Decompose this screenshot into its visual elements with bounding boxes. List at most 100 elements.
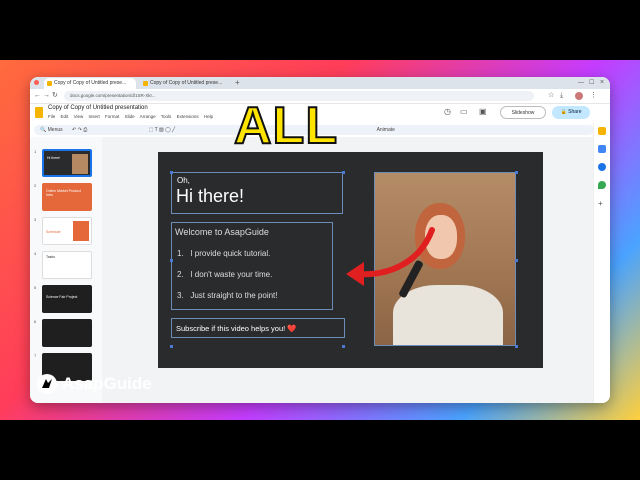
thumb-shape [73, 221, 89, 241]
contacts-icon[interactable] [598, 163, 606, 171]
selection-handle[interactable] [170, 345, 173, 348]
slide-filmstrip: 1 Hi there! 2 Online Market Product Intr… [30, 137, 102, 403]
image-tool-icon[interactable]: ▨ [159, 127, 164, 133]
shape-tool-icon[interactable]: ◯ [165, 127, 171, 133]
watermark-logo: AsapGuide [36, 373, 162, 395]
add-ons-icon[interactable]: + [598, 199, 603, 208]
welcome-text: Welcome to AsapGuide [175, 227, 269, 237]
menu-format[interactable]: Format [105, 114, 119, 119]
menu-tools[interactable]: Tools [161, 114, 172, 119]
menu-extensions[interactable]: Extensions [177, 114, 199, 119]
menu-file[interactable]: File [48, 114, 55, 119]
share-label: Share [568, 109, 582, 115]
browser-tab[interactable]: Copy of Copy of Untitled prese... [140, 78, 232, 89]
download-icon[interactable]: ⤓ [560, 91, 563, 101]
back-icon[interactable]: ← [34, 91, 41, 101]
close-icon[interactable]: × [600, 77, 604, 89]
selection-handle[interactable] [342, 171, 345, 174]
selection-handle[interactable] [342, 345, 345, 348]
print-icon[interactable]: ⎙ [83, 127, 87, 133]
greeting-textbox[interactable]: Oh, Hi there! [171, 172, 343, 214]
asapguide-logo-icon [37, 374, 57, 394]
slide-thumb-3[interactable]: Schedule [42, 217, 92, 245]
close-window-icon[interactable] [34, 80, 39, 85]
overlay-caption: ALL [233, 97, 339, 155]
list-text: I don't waste your time. [190, 270, 273, 279]
history-icon[interactable]: ◷ [444, 107, 451, 116]
photo-sweater [393, 285, 503, 345]
menu-edit[interactable]: Edit [61, 114, 69, 119]
textbox-tool-icon[interactable]: T [155, 127, 158, 133]
menu-insert[interactable]: Insert [89, 114, 100, 119]
tab-title: Copy of Copy of Untitled prese... [54, 80, 127, 86]
browser-tab-active[interactable]: Copy of Copy of Untitled prese... [44, 78, 136, 89]
reload-icon[interactable]: ↻ [52, 91, 58, 101]
tab-strip: Copy of Copy of Untitled prese... Copy o… [30, 77, 610, 89]
list-number: 3. [177, 291, 184, 300]
list-text: Just straight to the point! [190, 291, 278, 300]
greeting-small: Oh, [177, 176, 190, 185]
select-tool-icon[interactable]: ⬚ [149, 127, 154, 133]
selection-handle[interactable] [515, 259, 518, 262]
menu-view[interactable]: View [74, 114, 84, 119]
keep-icon[interactable] [598, 127, 606, 135]
thumb-title: Hi there! [47, 156, 61, 160]
list-item: 2. I don't waste your time. [177, 270, 272, 279]
list-text: I provide quick tutorial. [190, 249, 271, 258]
profile-avatar[interactable] [575, 92, 583, 100]
minimize-icon[interactable]: — [578, 77, 584, 89]
list-item: 1. I provide quick tutorial. [177, 249, 270, 258]
slides-favicon-icon [47, 81, 52, 86]
thumb-number: 6 [34, 319, 37, 324]
forward-icon[interactable]: → [43, 91, 50, 101]
list-number: 2. [177, 270, 184, 279]
greeting-big: Hi there! [176, 186, 245, 206]
slide-thumb-2[interactable]: Online Market Product Intro [42, 183, 92, 211]
thumb-number: 1 [34, 149, 37, 154]
new-tab-icon[interactable]: + [235, 78, 240, 88]
slide-thumb-5[interactable]: Science Fair Project [42, 285, 92, 313]
thumb-title: Science Fair Project [46, 295, 78, 299]
slides-logo-icon[interactable] [35, 107, 43, 118]
thumb-number: 2 [34, 183, 37, 188]
thumb-number: 5 [34, 285, 37, 290]
selection-handle[interactable] [515, 171, 518, 174]
selection-handle[interactable] [515, 345, 518, 348]
menu-slide[interactable]: Slide [125, 114, 135, 119]
menu-help[interactable]: Help [204, 114, 213, 119]
maximize-icon[interactable]: ☐ [589, 77, 594, 89]
slide-thumb-1[interactable]: Hi there! [42, 149, 92, 177]
browser-menu-icon[interactable]: ⋮ [590, 91, 597, 101]
search-menus-icon[interactable]: 🔍 [40, 127, 46, 133]
redo-icon[interactable]: ↷ [78, 127, 82, 133]
slideshow-button[interactable]: Slideshow [500, 106, 546, 119]
tasks-icon[interactable] [598, 145, 606, 153]
line-tool-icon[interactable]: ╱ [172, 127, 175, 133]
share-button[interactable]: 🔒 Share [552, 106, 590, 119]
animate-button[interactable]: Animate [377, 127, 395, 133]
list-item: 3. Just straight to the point! [177, 291, 278, 300]
doc-title[interactable]: Copy of Copy of Untitled presentation [48, 105, 148, 111]
subscribe-text: Subscribe if this video helps you! ❤️ [176, 324, 297, 333]
side-panel-rail: + [593, 123, 610, 403]
menu-bar: File Edit View Insert Format Slide Arran… [48, 114, 217, 119]
thumb-title: Online Market Product Intro [46, 189, 81, 197]
comment-icon[interactable]: ▭ [460, 107, 468, 116]
welcome-textbox[interactable]: Welcome to AsapGuide 1. I provide quick … [171, 222, 333, 310]
thumb-number: 4 [34, 251, 37, 256]
slide-thumb-6[interactable] [42, 319, 92, 347]
thumb-title: Schedule [46, 230, 61, 234]
undo-icon[interactable]: ↶ [72, 127, 76, 133]
subscribe-textbox[interactable]: Subscribe if this video helps you! ❤️ [171, 318, 345, 338]
selection-handle[interactable] [170, 259, 173, 262]
bookmark-icon[interactable]: ☆ [548, 91, 554, 101]
camera-icon[interactable]: ▣ [479, 107, 487, 116]
maps-icon[interactable] [598, 181, 606, 189]
slides-favicon-icon [143, 81, 148, 86]
menu-arrange[interactable]: Arrange [140, 114, 156, 119]
zoom-select[interactable]: Menus [48, 127, 63, 133]
selection-handle[interactable] [170, 171, 173, 174]
red-arrow-annotation [346, 227, 435, 286]
slide-thumb-4[interactable]: Tasks [42, 251, 92, 279]
list-number: 1. [177, 249, 184, 258]
